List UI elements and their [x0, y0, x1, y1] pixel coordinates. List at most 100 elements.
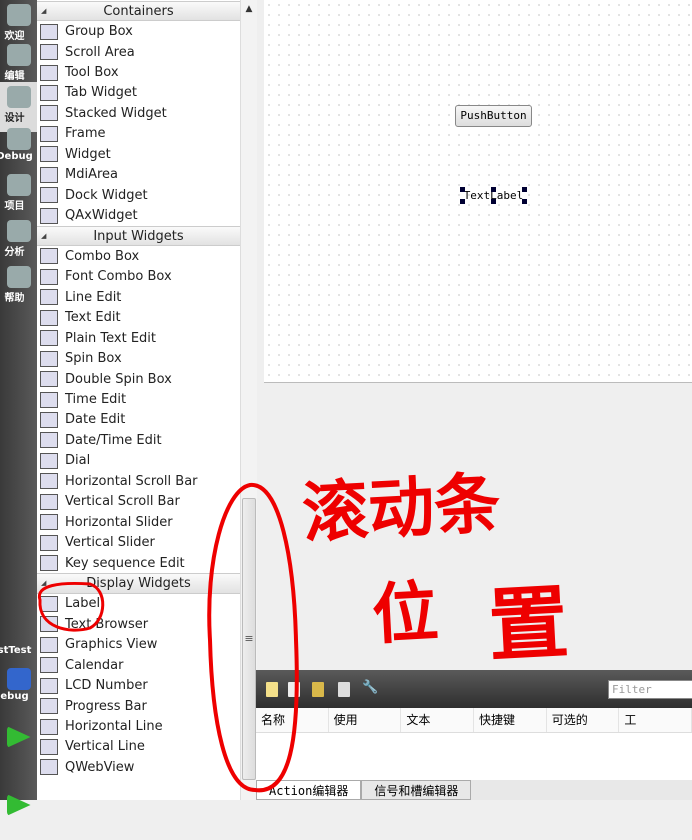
- widget-item[interactable]: Graphics View: [37, 635, 240, 655]
- delete-action-icon[interactable]: [338, 682, 350, 697]
- annotation-text-scrollbar: 滚动条: [300, 463, 503, 553]
- debug-run-icon[interactable]: [6, 794, 31, 816]
- widget-item[interactable]: QWebView: [37, 757, 240, 777]
- widget-icon: [40, 268, 58, 285]
- widget-item[interactable]: Horizontal Scroll Bar: [37, 471, 240, 491]
- run-icon[interactable]: [6, 726, 31, 748]
- widget-item[interactable]: Spin Box: [37, 348, 240, 368]
- copy-action-icon[interactable]: [288, 682, 300, 697]
- widget-icon: [40, 636, 58, 653]
- widget-item[interactable]: Plain Text Edit: [37, 328, 240, 348]
- filter-input[interactable]: Filter: [608, 680, 692, 699]
- widget-item[interactable]: Calendar: [37, 655, 240, 675]
- annotation-text-position-1: 位: [370, 572, 441, 654]
- widget-item[interactable]: Key sequence Edit: [37, 553, 240, 573]
- mode-4[interactable]: 项目: [0, 170, 37, 220]
- configure-wrench-icon[interactable]: 🔧: [362, 680, 378, 695]
- widget-item[interactable]: Vertical Slider: [37, 532, 240, 552]
- widget-item-label: Date Edit: [65, 412, 126, 428]
- widget-icon: [40, 718, 58, 735]
- mode-5[interactable]: 分析: [0, 216, 37, 266]
- widget-item-label: Label: [65, 596, 101, 612]
- widget-item[interactable]: Text Edit: [37, 308, 240, 328]
- tab-1[interactable]: 信号和槽编辑器: [361, 780, 472, 800]
- mode-6[interactable]: 帮助: [0, 262, 37, 312]
- widget-item-label: Graphics View: [65, 637, 158, 653]
- widget-item[interactable]: QAxWidget: [37, 205, 240, 225]
- widget-item[interactable]: Font Combo Box: [37, 267, 240, 287]
- widget-item-label: Group Box: [65, 24, 133, 40]
- widget-icon: [40, 555, 58, 572]
- widget-icon: [40, 432, 58, 449]
- widget-box-scrollbar[interactable]: ▲ ≡: [240, 0, 257, 800]
- widget-item-label: Horizontal Scroll Bar: [65, 473, 198, 489]
- widget-item[interactable]: Vertical Line: [37, 737, 240, 757]
- widget-item[interactable]: Time Edit: [37, 389, 240, 409]
- widget-item[interactable]: Progress Bar: [37, 696, 240, 716]
- widget-item[interactable]: Line Edit: [37, 287, 240, 307]
- category-header[interactable]: Containers: [37, 1, 240, 21]
- widget-item[interactable]: Date Edit: [37, 410, 240, 430]
- widget-item-label: Vertical Scroll Bar: [65, 494, 180, 510]
- action-editor-toolbar: 🔧 Filter: [256, 670, 692, 708]
- mode-3[interactable]: Debug: [0, 124, 37, 174]
- widget-item-label: Frame: [65, 126, 106, 142]
- widget-item[interactable]: Frame: [37, 124, 240, 144]
- tab-0[interactable]: Action编辑器: [256, 780, 362, 800]
- column-header[interactable]: 可选的: [547, 708, 620, 732]
- widget-item-label: Dial: [65, 453, 91, 469]
- category-header[interactable]: Input Widgets: [37, 225, 240, 247]
- form-push-button[interactable]: PushButton: [455, 105, 532, 127]
- run-mode-selector[interactable]: ebug: [0, 664, 37, 714]
- widget-item[interactable]: Horizontal Slider: [37, 512, 240, 532]
- scroll-up-arrow-icon[interactable]: ▲: [241, 0, 257, 18]
- widget-icon: [40, 248, 58, 265]
- widget-icon: [40, 84, 58, 101]
- widget-item[interactable]: LCD Number: [37, 675, 240, 695]
- form-text-label[interactable]: TextLabel: [460, 187, 527, 204]
- widget-item[interactable]: Dock Widget: [37, 185, 240, 205]
- widget-icon: [40, 616, 58, 633]
- widget-icon: [40, 391, 58, 408]
- widget-item-label: Key sequence Edit: [65, 555, 185, 571]
- widget-item-label: Combo Box: [65, 248, 140, 264]
- widget-icon: [40, 146, 58, 163]
- column-header[interactable]: 名称: [256, 708, 329, 732]
- scrollbar-thumb[interactable]: ≡: [242, 498, 256, 780]
- widget-item[interactable]: Group Box: [37, 21, 240, 41]
- column-header[interactable]: 工: [619, 708, 692, 732]
- widget-item[interactable]: Combo Box: [37, 246, 240, 266]
- widget-item[interactable]: Dial: [37, 451, 240, 471]
- widget-item[interactable]: Tool Box: [37, 62, 240, 82]
- widget-item[interactable]: Scroll Area: [37, 42, 240, 62]
- widget-item[interactable]: Text Browser: [37, 614, 240, 634]
- widget-item[interactable]: MdiArea: [37, 165, 240, 185]
- widget-item[interactable]: Date/Time Edit: [37, 430, 240, 450]
- paste-action-icon[interactable]: [312, 682, 324, 697]
- widget-item[interactable]: Double Spin Box: [37, 369, 240, 389]
- widget-item[interactable]: Label: [37, 594, 240, 614]
- widget-icon: [40, 534, 58, 551]
- category-header[interactable]: Display Widgets: [37, 573, 240, 594]
- mode-icon: [6, 174, 31, 196]
- widget-item[interactable]: Widget: [37, 144, 240, 164]
- mode-label: 设计: [4, 113, 25, 124]
- mode-icon: [6, 220, 31, 242]
- column-header[interactable]: 使用: [329, 708, 402, 732]
- widget-item-label: Plain Text Edit: [65, 330, 156, 346]
- widget-item[interactable]: Stacked Widget: [37, 103, 240, 123]
- widget-item-label: Font Combo Box: [65, 269, 172, 285]
- widget-icon: [40, 595, 58, 612]
- widget-item-label: Vertical Slider: [65, 535, 155, 551]
- widget-item-label: Time Edit: [65, 392, 127, 408]
- widget-list: Containers Group Box Scroll Area Tool Box Ta…: [37, 1, 240, 778]
- new-action-icon[interactable]: [266, 682, 278, 697]
- widget-item[interactable]: Horizontal Line: [37, 716, 240, 736]
- widget-icon: [40, 657, 58, 674]
- column-header[interactable]: 文本: [401, 708, 475, 732]
- widget-item-label: Scroll Area: [65, 44, 135, 60]
- widget-item[interactable]: Vertical Scroll Bar: [37, 492, 240, 512]
- column-header[interactable]: 快捷键: [474, 708, 547, 732]
- action-table-body[interactable]: [256, 733, 692, 780]
- widget-item[interactable]: Tab Widget: [37, 83, 240, 103]
